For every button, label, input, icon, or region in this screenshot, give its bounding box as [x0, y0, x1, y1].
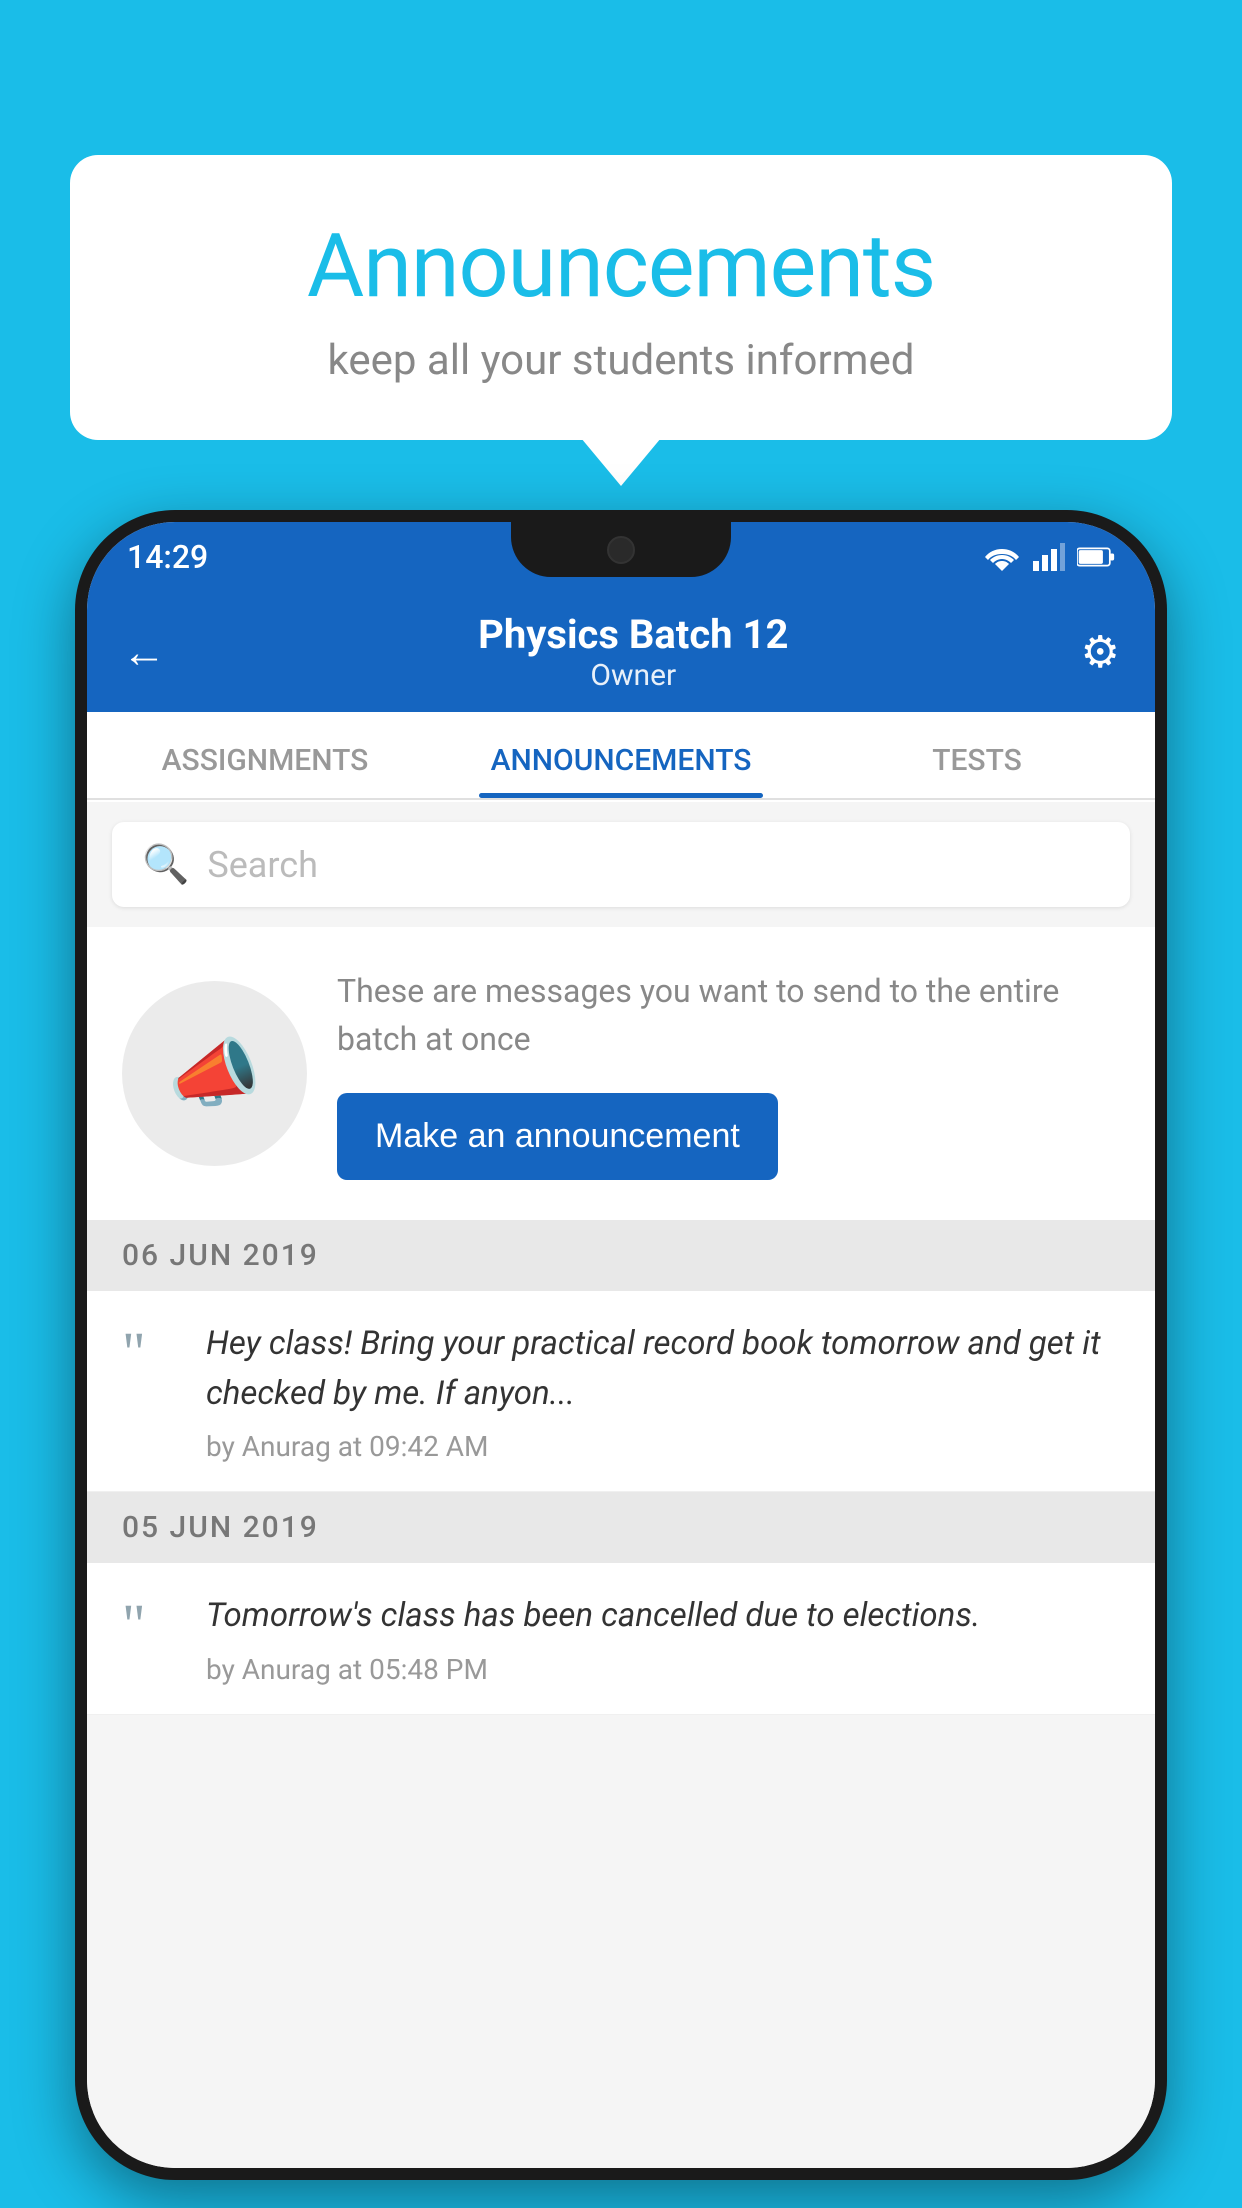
make-announcement-button[interactable]: Make an announcement	[337, 1093, 778, 1180]
speech-bubble: Announcements keep all your students inf…	[70, 155, 1172, 440]
announcement-content-1: Hey class! Bring your practical record b…	[206, 1319, 1120, 1463]
search-icon: 🔍	[142, 843, 189, 887]
announcement-description: These are messages you want to send to t…	[337, 967, 1120, 1063]
front-camera	[607, 536, 635, 564]
speech-bubble-container: Announcements keep all your students inf…	[70, 155, 1172, 440]
date-separator-2: 05 JUN 2019	[87, 1492, 1155, 1563]
battery-icon	[1077, 546, 1115, 568]
bubble-title: Announcements	[150, 215, 1092, 318]
search-placeholder: Search	[207, 844, 318, 886]
announcement-item-1[interactable]: " Hey class! Bring your practical record…	[87, 1291, 1155, 1492]
phone-frame: 14:29	[75, 510, 1167, 2180]
announcement-meta-1: by Anurag at 09:42 AM	[206, 1430, 1120, 1463]
announcement-icon-circle: 📣	[122, 981, 307, 1166]
tab-assignments[interactable]: ASSIGNMENTS	[87, 743, 443, 798]
tabs-container: ASSIGNMENTS ANNOUNCEMENTS TESTS	[87, 712, 1155, 800]
header-title-section: Physics Batch 12 Owner	[186, 611, 1081, 693]
status-time: 14:29	[127, 538, 208, 576]
announcement-meta-2: by Anurag at 05:48 PM	[206, 1653, 980, 1686]
back-button[interactable]: ←	[122, 626, 166, 678]
announcement-item-2[interactable]: " Tomorrow's class has been cancelled du…	[87, 1563, 1155, 1715]
screen: 14:29	[87, 522, 1155, 2168]
header-title: Physics Batch 12	[186, 611, 1081, 658]
status-icons	[983, 543, 1115, 571]
announcement-card-right: These are messages you want to send to t…	[337, 967, 1120, 1180]
phone-notch	[511, 522, 731, 577]
announcement-text-2: Tomorrow's class has been cancelled due …	[206, 1591, 980, 1641]
tab-tests[interactable]: TESTS	[799, 743, 1155, 798]
content-area: 🔍 Search 📣 These are messages you want t…	[87, 802, 1155, 2168]
announcement-content-2: Tomorrow's class has been cancelled due …	[206, 1591, 980, 1686]
quote-icon-2: "	[122, 1596, 182, 1654]
announcement-text-1: Hey class! Bring your practical record b…	[206, 1319, 1120, 1418]
header-subtitle: Owner	[186, 658, 1081, 693]
app-header: ← Physics Batch 12 Owner ⚙	[87, 592, 1155, 712]
wifi-icon	[983, 543, 1021, 571]
signal-icon	[1033, 543, 1065, 571]
settings-button[interactable]: ⚙	[1081, 626, 1120, 678]
tab-announcements[interactable]: ANNOUNCEMENTS	[443, 743, 799, 798]
search-bar[interactable]: 🔍 Search	[112, 822, 1130, 907]
megaphone-icon: 📣	[168, 1030, 261, 1118]
phone-container: 14:29	[75, 510, 1167, 2208]
announcement-card: 📣 These are messages you want to send to…	[87, 927, 1155, 1220]
date-separator-1: 06 JUN 2019	[87, 1220, 1155, 1291]
quote-icon-1: "	[122, 1324, 182, 1382]
bubble-subtitle: keep all your students informed	[150, 336, 1092, 385]
